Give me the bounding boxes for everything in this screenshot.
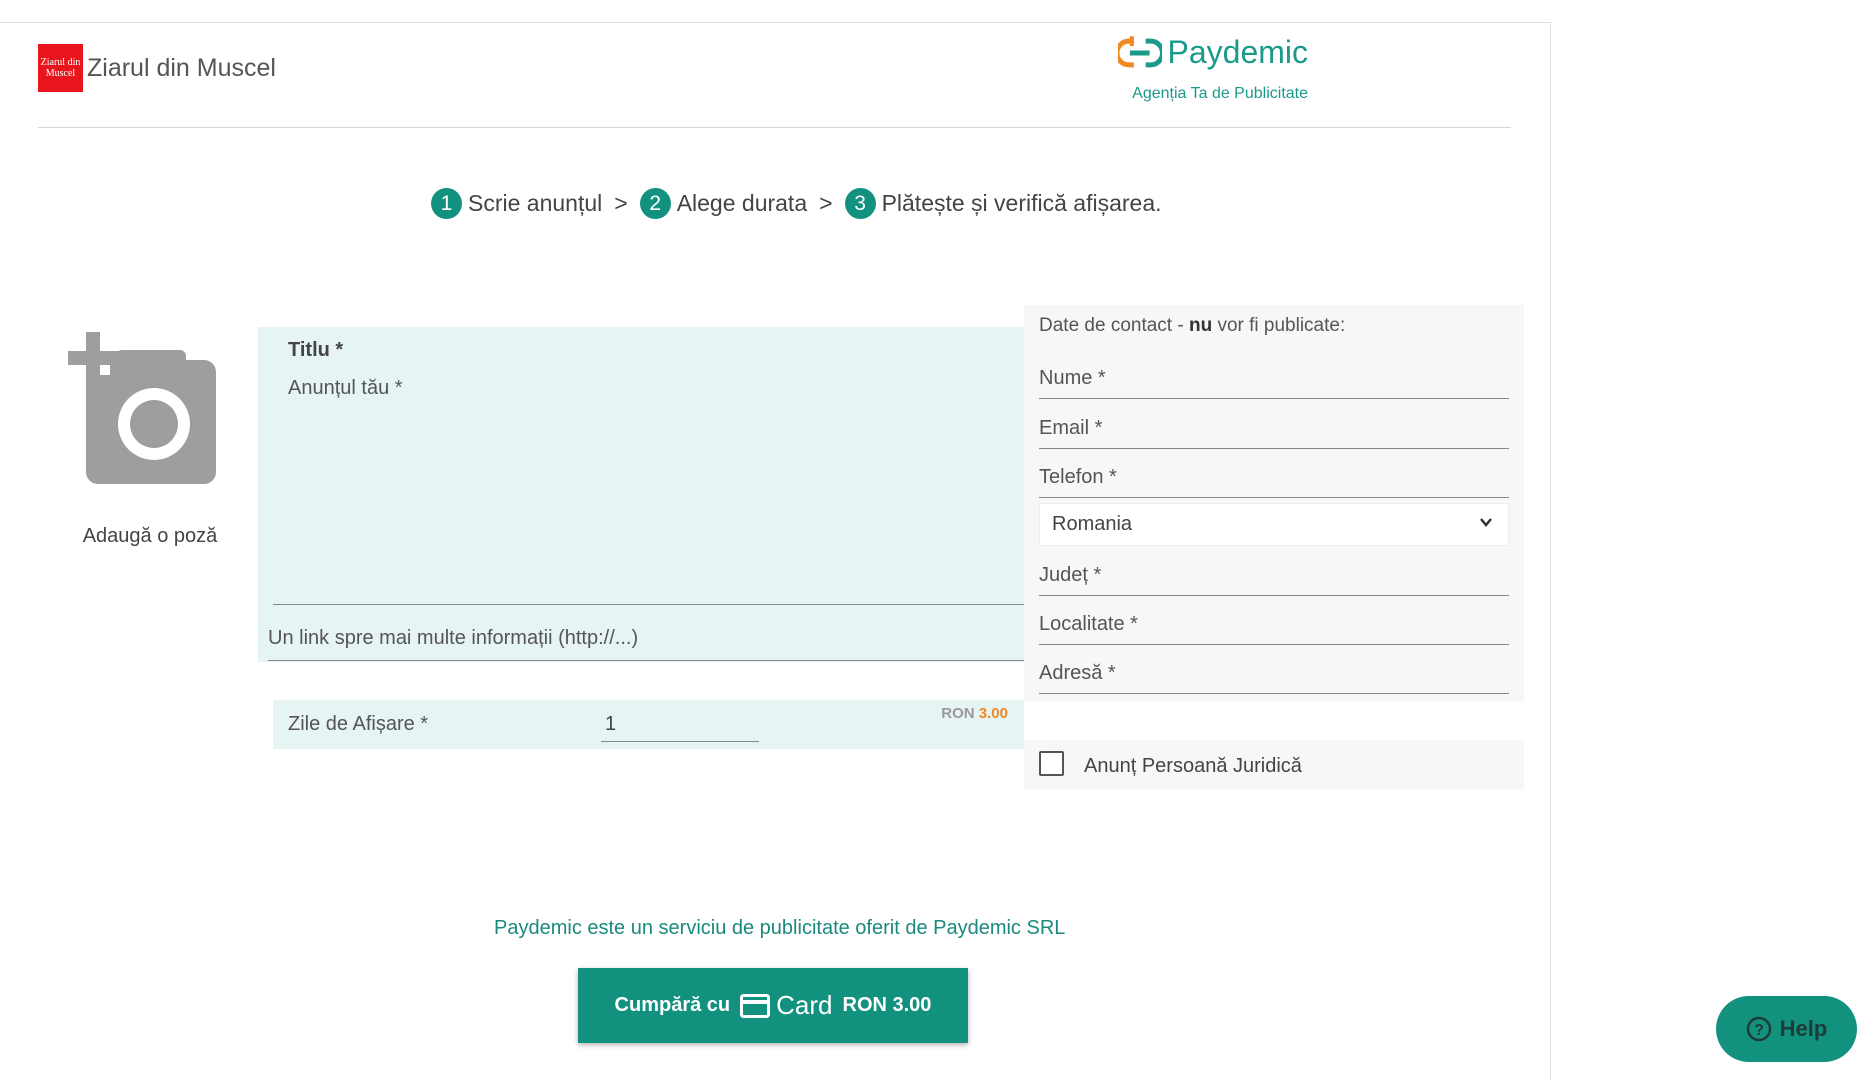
ad-link-input[interactable]: Un link spre mai multe informații (http:… xyxy=(268,627,638,650)
country-select[interactable]: Romania xyxy=(1039,503,1509,546)
svg-text:?: ? xyxy=(1754,1022,1764,1039)
agency-name: Paydemic xyxy=(1167,34,1309,70)
legal-entity-checkbox[interactable] xyxy=(1039,751,1064,776)
county-field[interactable]: Județ * xyxy=(1039,554,1509,596)
step-3-number: 3 xyxy=(844,188,876,219)
price-currency: RON xyxy=(941,705,975,722)
agency-logo[interactable]: Paydemic Agenția Ta de Publicitate xyxy=(1118,34,1308,103)
city-field[interactable]: Localitate * xyxy=(1039,603,1509,645)
brand-name: Ziarul din Muscel xyxy=(87,53,276,82)
add-photo-icon xyxy=(68,332,216,484)
display-days-label: Zile de Afișare * xyxy=(288,713,429,735)
contact-heading: Date de contact - nu vor fi publicate: xyxy=(1039,315,1346,336)
days-price: RON 3.00 xyxy=(941,705,1008,722)
step-2-number: 2 xyxy=(639,188,671,219)
ad-link-underline xyxy=(268,660,1024,661)
name-field[interactable]: Nume * xyxy=(1039,357,1509,399)
chevron-down-icon xyxy=(1480,518,1492,527)
agency-tagline: Agenția Ta de Publicitate xyxy=(1132,85,1308,102)
ad-body-textarea[interactable]: Anunțul tău * xyxy=(288,377,403,400)
step-separator: > xyxy=(819,190,833,216)
progress-steps: 1 Scrie anunțul > 2 Alege durata > 3 Plă… xyxy=(431,188,1162,219)
display-days-row: Zile de Afișare * RON 3.00 xyxy=(273,700,1024,749)
contact-panel: Date de contact - nu vor fi publicate: N… xyxy=(1024,305,1524,702)
display-days-input[interactable] xyxy=(601,708,759,742)
address-field[interactable]: Adresă * xyxy=(1039,652,1509,694)
email-field[interactable]: Email * xyxy=(1039,407,1509,449)
buy-card-label: Card xyxy=(776,990,833,1020)
header-divider xyxy=(38,127,1511,128)
add-photo-button[interactable] xyxy=(68,332,228,497)
step-1-number: 1 xyxy=(431,188,462,219)
add-photo-label[interactable]: Adaugă o poză xyxy=(60,525,240,548)
buy-price: RON 3.00 xyxy=(842,994,932,1016)
ad-form: Titlu * Anunțul tău * Un link spre mai m… xyxy=(258,327,1024,662)
step-3-label: Plătește și verifică afișarea. xyxy=(881,190,1162,216)
legal-entity-row: Anunț Persoană Juridică xyxy=(1024,740,1524,790)
service-note[interactable]: Paydemic este un serviciu de publicitate… xyxy=(494,917,1065,940)
country-value: Romania xyxy=(1052,513,1133,535)
buy-with-card-button[interactable]: Cumpără cu Card RON 3.00 xyxy=(578,968,968,1043)
buy-prefix: Cumpără cu xyxy=(614,994,731,1016)
help-icon: ? xyxy=(1746,1016,1771,1042)
phone-field[interactable]: Telefon * xyxy=(1039,456,1509,498)
step-separator: > xyxy=(614,190,628,216)
step-2-label: Alege durata xyxy=(676,190,808,216)
legal-entity-label[interactable]: Anunț Persoană Juridică xyxy=(1084,755,1302,778)
ad-title-input[interactable]: Titlu * xyxy=(288,339,343,362)
price-amount: 3.00 xyxy=(978,705,1008,722)
brand-logo: Ziarul din Muscel xyxy=(38,44,83,92)
help-label: Help xyxy=(1779,1016,1828,1041)
help-button[interactable]: ? Help xyxy=(1716,996,1857,1062)
step-1-label: Scrie anunțul xyxy=(468,190,603,216)
brand[interactable]: Ziarul din Muscel Ziarul din Muscel xyxy=(38,44,276,92)
ad-body-underline xyxy=(273,604,1024,605)
paydemic-link-icon xyxy=(1118,35,1162,67)
credit-card-icon xyxy=(740,993,771,1018)
